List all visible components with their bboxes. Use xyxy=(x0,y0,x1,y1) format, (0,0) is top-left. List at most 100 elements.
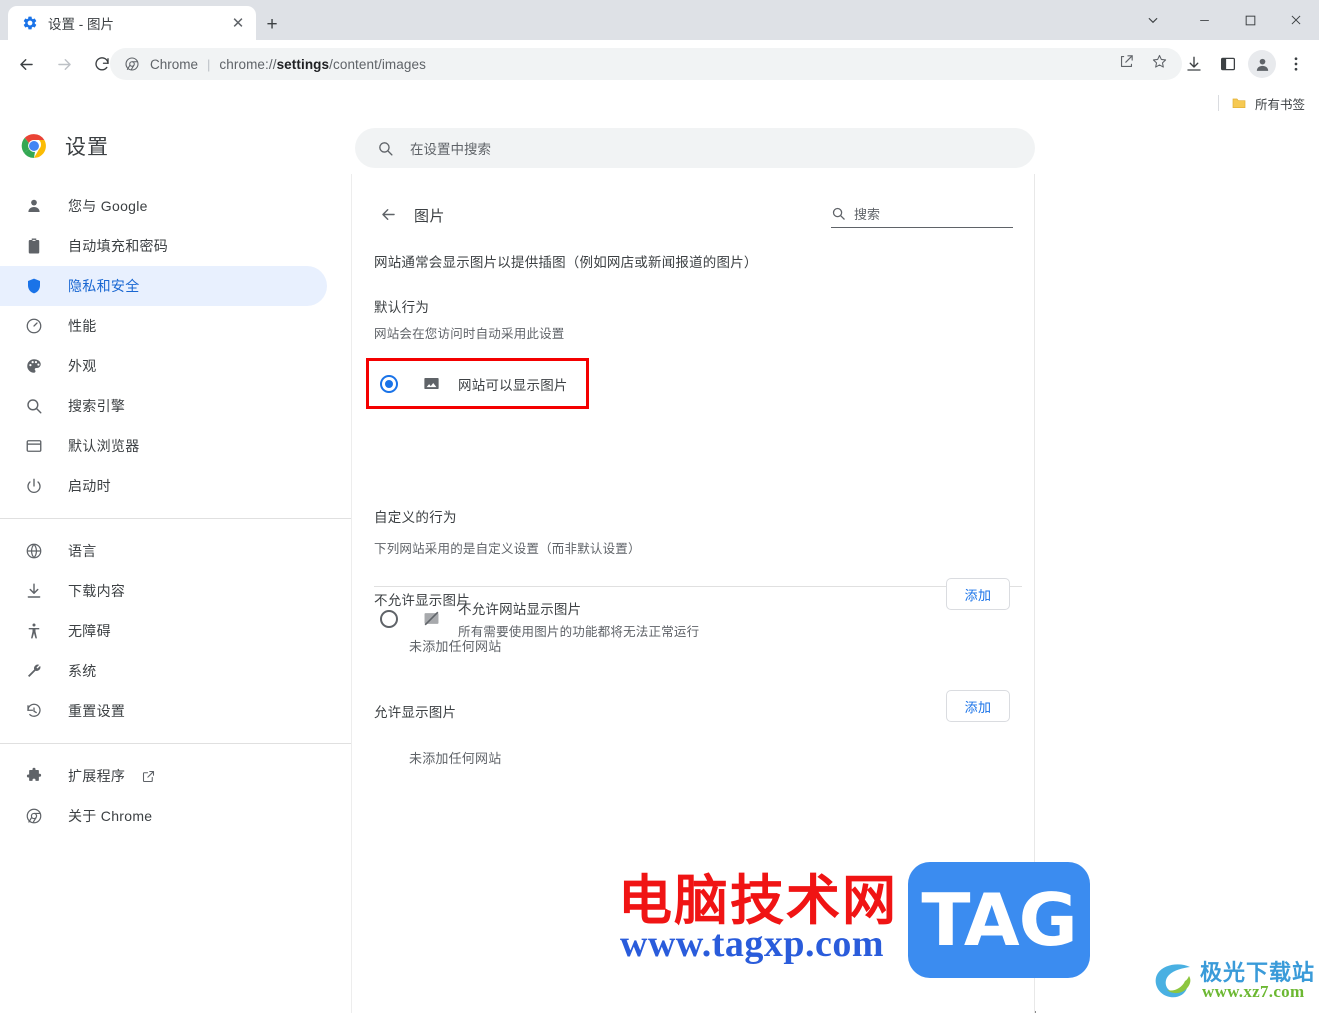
external-link-icon xyxy=(141,769,156,784)
sidebar-item-downloads[interactable]: 下载内容 xyxy=(0,571,327,611)
profile-avatar-icon[interactable] xyxy=(1247,49,1277,79)
sidebar-item-reset-settings[interactable]: 重置设置 xyxy=(0,691,327,731)
options-divider xyxy=(374,586,1022,587)
globe-icon xyxy=(24,541,44,561)
radio-option-text: 不允许网站显示图片 所有需要使用图片的功能都将无法正常运行 xyxy=(458,598,699,640)
search-icon xyxy=(24,396,44,416)
custom-behavior-title: 自定义的行为 xyxy=(374,510,457,525)
sidebar-item-label: 语言 xyxy=(68,543,97,559)
folder-icon xyxy=(1231,95,1247,111)
close-button[interactable] xyxy=(1273,0,1319,40)
toolbar-actions xyxy=(1179,48,1311,80)
block-images-empty-note: 未添加任何网站 xyxy=(409,639,502,654)
back-arrow-icon[interactable] xyxy=(10,48,42,80)
radio-option-sites-can-show-images[interactable]: 网站可以显示图片 xyxy=(366,358,1021,410)
sidebar-item-label: 下载内容 xyxy=(68,583,126,599)
sidebar-item-label: 隐私和安全 xyxy=(68,278,140,294)
default-behavior-title: 默认行为 xyxy=(374,300,430,315)
watermark-site-url: www.tagxp.com xyxy=(620,923,885,965)
chevron-down-icon[interactable] xyxy=(1125,0,1181,40)
radio-option-label: 网站可以显示图片 xyxy=(458,377,568,393)
radio-button[interactable] xyxy=(380,610,398,628)
content-search-input[interactable]: 搜索 xyxy=(854,204,880,223)
radio-option-label: 不允许网站显示图片 xyxy=(458,602,582,617)
sidebar-item-you-and-google[interactable]: 您与 Google xyxy=(0,186,327,226)
sidebar-item-extensions[interactable]: 扩展程序 xyxy=(0,756,327,796)
sidebar-item-label: 自动填充和密码 xyxy=(68,238,169,254)
sidebar-item-label: 搜索引擎 xyxy=(68,398,126,414)
sidebar-item-performance[interactable]: 性能 xyxy=(0,306,327,346)
browser-tab[interactable]: 设置 - 图片 ✕ xyxy=(8,6,256,40)
browser-toolbar: Chrome | chrome://settings/content/image… xyxy=(0,40,1319,88)
sidebar-item-label: 重置设置 xyxy=(68,703,126,719)
three-dot-menu-icon[interactable] xyxy=(1281,49,1311,79)
sidebar-item-about-chrome[interactable]: 关于 Chrome xyxy=(0,796,327,836)
sidebar-divider-2 xyxy=(0,743,351,744)
search-icon xyxy=(377,140,394,157)
custom-behavior-subtitle: 下列网站采用的是自定义设置（而非默认设置） xyxy=(374,542,641,556)
browser-window-icon xyxy=(24,436,44,456)
watermark-corner-url: www.xz7.com xyxy=(1202,982,1305,1001)
forward-arrow-icon[interactable] xyxy=(48,48,80,80)
sidebar-item-privacy-security[interactable]: 隐私和安全 xyxy=(0,266,327,306)
url-suffix: /content/images xyxy=(329,56,426,72)
palette-icon xyxy=(24,356,44,376)
watermark-corner: 极光下载站 www.xz7.com xyxy=(1152,955,1314,1007)
sidebar-item-label: 系统 xyxy=(68,663,97,679)
share-icon[interactable] xyxy=(1118,53,1135,75)
back-arrow-icon[interactable] xyxy=(374,200,402,228)
download-icon xyxy=(24,581,44,601)
sidebar-item-label: 外观 xyxy=(68,358,97,374)
radio-option-text: 网站可以显示图片 xyxy=(458,374,568,395)
maximize-button[interactable] xyxy=(1227,0,1273,40)
sidebar-item-label: 启动时 xyxy=(68,478,111,494)
close-icon[interactable]: ✕ xyxy=(228,13,248,33)
sidebar-item-default-browser[interactable]: 默认浏览器 xyxy=(0,426,327,466)
puzzle-icon xyxy=(24,766,44,786)
minimize-button[interactable] xyxy=(1181,0,1227,40)
browser-window: 设置 - 图片 ✕ + Chrome | chrome://settings/c… xyxy=(0,0,1319,1013)
sidebar-item-languages[interactable]: 语言 xyxy=(0,531,327,571)
settings-search-input[interactable]: 在设置中搜索 xyxy=(410,138,491,158)
sidebar-item-search-engine[interactable]: 搜索引擎 xyxy=(0,386,327,426)
sidebar-item-appearance[interactable]: 外观 xyxy=(0,346,327,386)
search-icon xyxy=(831,206,846,221)
settings-header: 设置 在设置中搜索 xyxy=(0,118,1319,174)
add-button-block-images[interactable]: 添加 xyxy=(946,578,1010,610)
sidebar-item-autofill-passwords[interactable]: 自动填充和密码 xyxy=(0,226,327,266)
settings-sidebar: 您与 Google 自动填充和密码 隐私和安全 性能 外观 搜索引擎 默认浏览器… xyxy=(0,174,352,1013)
address-bar[interactable]: Chrome | chrome://settings/content/image… xyxy=(110,48,1182,80)
watermark-tag-badge: TAG xyxy=(908,862,1090,978)
sidebar-item-system[interactable]: 系统 xyxy=(0,651,327,691)
content-title: 图片 xyxy=(414,208,446,225)
sidebar-item-accessibility[interactable]: 无障碍 xyxy=(0,611,327,651)
allow-images-group-label: 允许显示图片 xyxy=(374,705,457,720)
block-images-group-label: 不允许显示图片 xyxy=(374,593,470,608)
sidebar-item-label: 无障碍 xyxy=(68,623,111,639)
image-blocked-icon xyxy=(422,609,442,629)
star-icon[interactable] xyxy=(1151,53,1168,75)
all-bookmarks-button[interactable]: 所有书签 xyxy=(1255,94,1305,113)
add-button-allow-images[interactable]: 添加 xyxy=(946,690,1010,722)
chrome-icon xyxy=(124,56,140,72)
radio-button[interactable] xyxy=(380,375,398,393)
aurora-swirl-icon xyxy=(1152,961,1196,1006)
window-controls xyxy=(1125,0,1319,40)
url-bold: settings xyxy=(276,56,330,72)
clipboard-icon xyxy=(24,236,44,256)
sidebar-item-label: 扩展程序 xyxy=(68,768,126,784)
sidebar-item-on-startup[interactable]: 启动时 xyxy=(0,466,327,506)
watermark-main: 电脑技术网 www.tagxp.com TAG xyxy=(618,856,1090,981)
tab-strip: 设置 - 图片 ✕ + xyxy=(0,0,1319,40)
settings-search-box[interactable]: 在设置中搜索 xyxy=(355,128,1035,168)
omnibox-scheme-label: Chrome xyxy=(150,56,199,72)
image-icon xyxy=(422,374,442,394)
download-icon[interactable] xyxy=(1179,49,1209,79)
allow-images-empty-note: 未添加任何网站 xyxy=(409,751,502,766)
person-icon xyxy=(24,196,44,216)
new-tab-button[interactable]: + xyxy=(258,10,286,38)
accessibility-icon xyxy=(24,621,44,641)
shield-icon xyxy=(24,276,44,296)
content-search-box[interactable]: 搜索 xyxy=(831,200,1013,228)
side-panel-icon[interactable] xyxy=(1213,49,1243,79)
